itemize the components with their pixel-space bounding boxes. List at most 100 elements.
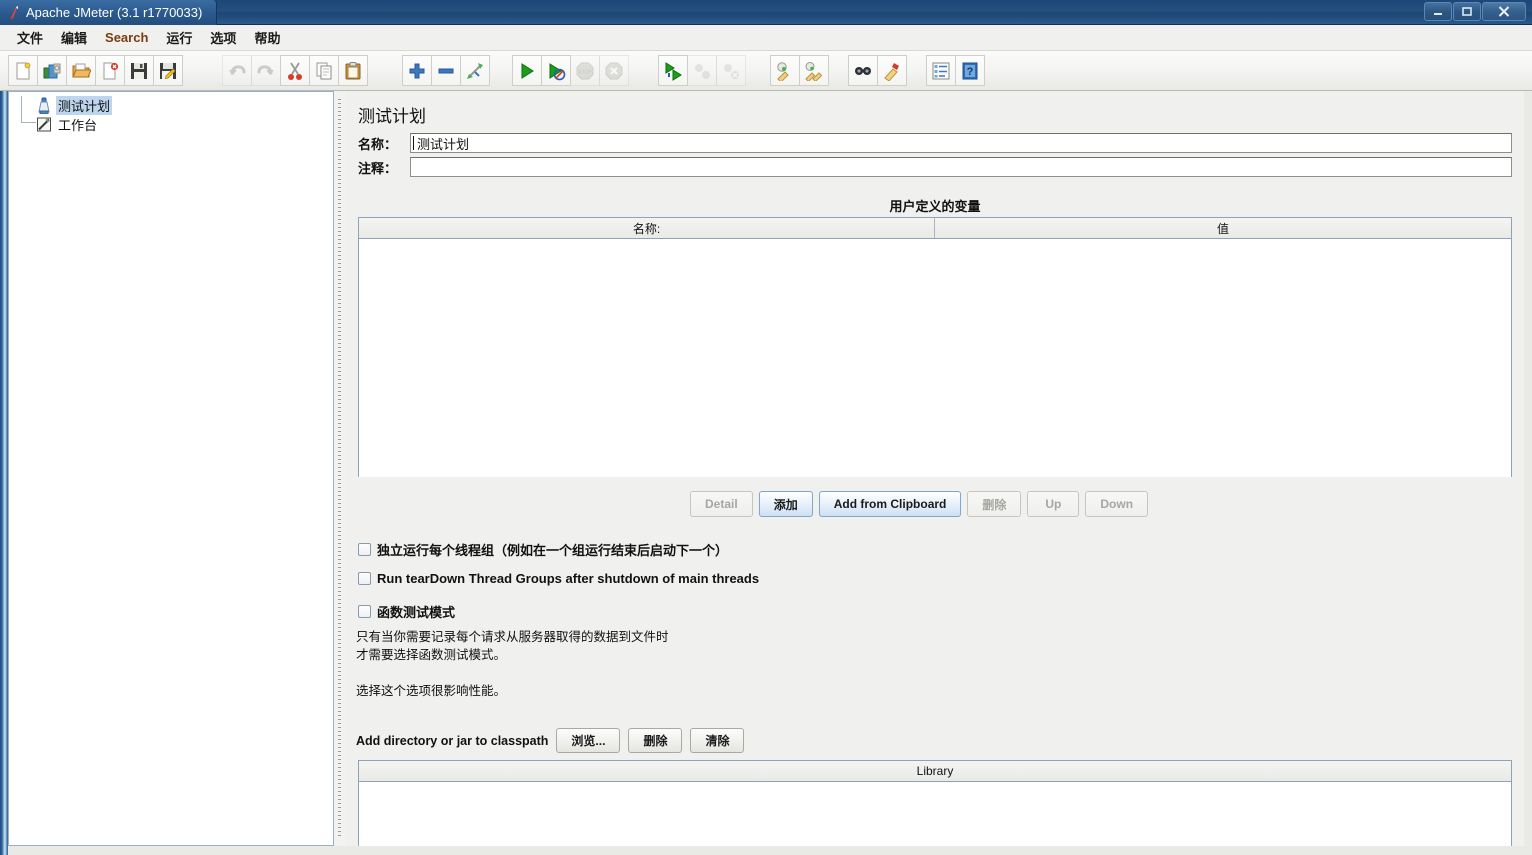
function-helper-icon[interactable] [926,55,956,86]
tree-node-test-plan-label: 测试计划 [56,96,113,115]
browse-button[interactable]: 浏览... [556,728,621,753]
toolbar-group-structure [402,55,490,86]
comment-input[interactable] [410,157,1512,177]
menu-options[interactable]: 选项 [201,25,245,50]
name-input-value: 测试计划 [417,136,470,152]
test-plan-tree[interactable]: 测试计划 工作台 [8,91,334,846]
toolbar-group-file [8,55,183,86]
classpath-clear-button[interactable]: 清除 [690,728,745,753]
tree-node-workbench[interactable]: 工作台 [15,115,333,134]
reset-search-icon[interactable] [877,55,907,86]
add-button[interactable]: 添加 [758,491,813,517]
delete-button[interactable]: 删除 [967,491,1022,517]
tree-node-workbench-label: 工作台 [58,118,98,133]
workbench-icon [35,116,53,133]
undo-icon[interactable] [222,55,252,86]
user-defined-variables-title: 用户定义的变量 [889,199,981,214]
new-icon[interactable] [8,55,38,86]
library-table-body[interactable] [359,782,1511,846]
maximize-button[interactable] [1453,2,1481,21]
stop-icon[interactable]: STOP [570,55,600,86]
start-no-pauses-icon[interactable] [541,55,571,86]
classpath-delete-button[interactable]: 删除 [628,728,683,753]
run-teardown-checkbox[interactable] [358,572,371,585]
test-plan-icon [35,97,53,114]
classpath-label: Add directory or jar to classpath [356,733,549,748]
toolbar-group-search [848,55,907,86]
variables-table-body[interactable] [359,239,1511,477]
open-icon[interactable] [66,55,96,86]
comment-field-row: 注释： [358,157,1512,177]
menu-run[interactable]: 运行 [157,25,201,50]
copy-icon[interactable] [309,55,339,86]
test-plan-config-panel: 测试计划 名称： 测试计划 注释： 用户定义的变量 名称: 值 Detail 添… [346,91,1524,846]
left-scrollbar-rail[interactable] [0,91,8,855]
toolbar-group-edit [222,55,368,86]
functional-test-mode-label: 函数测试模式 [377,605,456,620]
serialize-thread-groups-row[interactable]: 独立运行每个线程组（例如在一个组运行结束后启动下一个） [358,540,728,559]
paste-icon[interactable] [338,55,368,86]
save-as-icon[interactable] [153,55,183,86]
remote-shutdown-all-icon[interactable] [716,55,746,86]
menu-file[interactable]: 文件 [8,25,52,50]
functional-test-mode-row[interactable]: 函数测试模式 [358,602,455,621]
user-defined-variables-table[interactable]: 名称: 值 [358,217,1512,477]
variables-table-header: 名称: 值 [359,218,1511,239]
collapse-icon[interactable] [431,55,461,86]
toolbar-group-help: ? [926,55,985,86]
close-button[interactable] [1482,2,1526,21]
remote-start-all-icon[interactable] [658,55,688,86]
jmeter-feather-icon [7,5,21,20]
close-icon[interactable] [95,55,125,86]
add-from-clipboard-button[interactable]: Add from Clipboard [818,491,962,517]
functional-mode-help-line-1: 只有当你需要记录每个请求从服务器取得的数据到文件时 [356,630,669,644]
toolbar: STOP ? [0,51,1532,129]
toggle-icon[interactable] [460,55,490,86]
run-teardown-label: Run tearDown Thread Groups after shutdow… [377,571,760,586]
window-title-tab: Apache JMeter (3.1 r1770033) [0,0,218,26]
serialize-thread-groups-checkbox[interactable] [358,543,371,556]
variables-column-name: 名称: [359,218,935,238]
tree-node-test-plan[interactable]: 测试计划 [15,96,333,115]
name-input[interactable]: 测试计划 [410,133,1512,153]
menu-search[interactable]: Search [96,27,157,48]
functional-mode-help-line-2: 才需要选择函数测试模式。 [356,648,507,662]
menubar: 文件 编辑 Search 运行 选项 帮助 [0,25,1532,51]
menu-help[interactable]: 帮助 [245,25,289,50]
comment-field-label: 注释： [358,160,398,176]
functional-mode-help-line-4: 选择这个选项很影响性能。 [356,684,507,698]
shutdown-icon[interactable] [599,55,629,86]
minimize-button[interactable] [1424,2,1452,21]
library-column-header: Library [916,764,954,778]
remote-stop-all-icon[interactable] [687,55,717,86]
library-table[interactable]: Library [358,760,1512,846]
toolbar-group-run: STOP [512,55,629,86]
classpath-row: Add directory or jar to classpath 浏览... … [356,728,745,753]
serialize-thread-groups-label: 独立运行每个线程组（例如在一个组运行结束后启动下一个） [377,543,729,558]
save-icon[interactable] [124,55,154,86]
run-teardown-row[interactable]: Run tearDown Thread Groups after shutdow… [358,571,759,586]
detail-button[interactable]: Detail [690,491,753,517]
variables-button-row: Detail 添加 Add from Clipboard 删除 Up Down [690,491,1149,517]
svg-text:?: ? [967,66,974,78]
expand-icon[interactable] [402,55,432,86]
templates-icon[interactable] [37,55,67,86]
start-icon[interactable] [512,55,542,86]
down-button[interactable]: Down [1085,491,1149,517]
svg-text:STOP: STOP [578,69,592,75]
cut-icon[interactable] [280,55,310,86]
redo-icon[interactable] [251,55,281,86]
name-field-row: 名称： 测试计划 [358,133,1512,153]
menu-edit[interactable]: 编辑 [52,25,96,50]
functional-test-mode-checkbox[interactable] [358,605,371,618]
clear-icon[interactable] [770,55,800,86]
help-icon[interactable]: ? [955,55,985,86]
up-button[interactable]: Up [1027,491,1080,517]
panel-splitter[interactable] [334,91,346,846]
clear-all-icon[interactable] [799,55,829,86]
text-caret [413,136,414,150]
library-table-header: Library [359,761,1511,782]
search-icon[interactable] [848,55,878,86]
name-field-label: 名称： [358,136,398,152]
variables-column-value: 值 [1216,221,1229,236]
